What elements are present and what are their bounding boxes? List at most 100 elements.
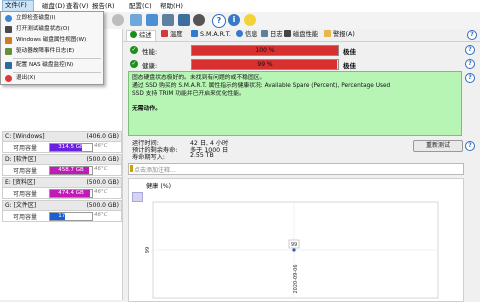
help-icon[interactable]: ? xyxy=(465,141,475,151)
info-line: 通过 SSD 购买的 S.M.A.R.T. 属性指示的健康状况: Availab… xyxy=(132,83,391,89)
chart-svg: 99 99 2020-09-06 xyxy=(145,201,439,299)
file-menu-dropdown: 立即检查磁盘(I) 打开测试磁盘状态(O) Windows 磁盘属性视图(W) … xyxy=(0,11,104,85)
drive-temp: 46°C xyxy=(94,143,108,149)
health-row: ✓ 健康: 99 % 极佳 ? xyxy=(125,58,480,72)
help-icon[interactable]: ? xyxy=(212,14,226,28)
exit-icon xyxy=(5,75,12,82)
refresh-icon xyxy=(5,15,12,22)
info-line: SSD 支持 TRIM 功能并已开启来优化性能。 xyxy=(132,91,245,97)
check-icon: ✓ xyxy=(130,60,138,68)
free-value: 474.4 GB xyxy=(58,190,84,196)
drive-size: (500.0 GB) xyxy=(86,179,119,186)
about-icon[interactable]: i xyxy=(228,14,240,26)
free-space-bar: 172.5 GB xyxy=(49,212,93,221)
free-value: 172.5 GB xyxy=(58,213,84,219)
free-label: 可用容量 xyxy=(13,168,38,175)
written-value: 2.55 TB xyxy=(190,152,214,159)
tab-log[interactable]: 日志 xyxy=(261,30,283,40)
windows-icon xyxy=(5,37,12,44)
info-icon xyxy=(236,30,243,37)
check-icon xyxy=(130,31,137,38)
health-verdict: 极佳 xyxy=(343,62,356,70)
drive-name: D: [软件区] xyxy=(5,156,37,163)
tab-temperature[interactable]: 温度 xyxy=(161,30,183,40)
recheck-button[interactable]: 重新测试 xyxy=(413,140,463,152)
health-percent: 99 % xyxy=(257,61,273,68)
thermometer-icon xyxy=(161,30,168,37)
menu-disk[interactable]: 磁盘(D) xyxy=(42,2,65,11)
performance-bar: 100 % xyxy=(191,45,339,56)
free-label: 可用容量 xyxy=(13,145,38,152)
drive-name: G: [文件区] xyxy=(5,202,37,209)
drive-g[interactable]: G: [文件区] (500.0 GB) 可用容量 172.5 GB 46°C xyxy=(1,200,122,222)
menu-separator xyxy=(13,72,101,73)
nas-icon xyxy=(5,62,12,69)
help-icon[interactable]: ? xyxy=(465,59,475,69)
drive-temp: 46°C xyxy=(94,166,108,172)
free-space-bar: 314.5 GB xyxy=(49,143,93,152)
free-label: 可用容量 xyxy=(13,191,38,198)
status-description: 固态硬盘状态极好的。未找到有问题的或不稳固区。 通过 SSD 购买的 S.M.A… xyxy=(128,71,462,136)
menu-report[interactable]: 报告(R) xyxy=(92,2,115,11)
data-point xyxy=(292,248,296,252)
drive-e[interactable]: E: [资料区] (500.0 GB) 可用容量 474.4 GB 46°C xyxy=(1,177,122,199)
log-icon[interactable] xyxy=(162,14,174,26)
disk-icon[interactable] xyxy=(130,14,142,26)
info-line: 固态硬盘状态极好的。未找到有问题的或不稳固区。 xyxy=(132,75,266,81)
tab-bar: 综述 温度 S.M.A.R.T. 信息 日志 磁盘性能 警报(A) ? xyxy=(123,29,480,42)
drive-name: E: [资料区] xyxy=(5,179,36,186)
drive-size: (500.0 GB) xyxy=(86,156,119,163)
written-label: 寿命期写入: xyxy=(132,154,166,161)
refresh-icon[interactable] xyxy=(112,14,124,26)
drive-d[interactable]: D: [软件区] (500.0 GB) 可用容量 458.7 GB 46°C xyxy=(1,154,122,176)
tab-summary[interactable]: 综述 xyxy=(126,30,156,41)
performance-label: 性能: xyxy=(142,48,158,56)
drive-c[interactable]: C: [Windows] (406.0 GB) 可用容量 314.5 GB 46°… xyxy=(1,131,122,153)
point-label: 99 xyxy=(291,242,297,248)
menu-item-windows-view[interactable]: Windows 磁盘属性视图(W) xyxy=(2,36,102,45)
free-space-bar: 458.7 GB xyxy=(49,166,93,175)
menu-separator xyxy=(13,58,101,59)
x-tick-label: 2020-09-06 xyxy=(293,264,299,293)
menu-view[interactable]: 查看(V) xyxy=(66,2,89,11)
menu-item-nas-config[interactable]: 配置 NAS 磁盘监控(N) xyxy=(2,61,102,70)
menu-item-event-log[interactable]: 驱动器故障事件日志(E) xyxy=(2,47,102,56)
drive-size: (406.0 GB) xyxy=(86,133,119,140)
help-icon[interactable]: ? xyxy=(465,73,475,83)
y-tick-label: 99 xyxy=(145,247,151,253)
tab-performance[interactable]: 磁盘性能 xyxy=(284,30,318,40)
health-label: 健康: xyxy=(142,62,158,70)
performance-verdict: 极佳 xyxy=(343,48,356,56)
note-input[interactable]: 点击添加注释... xyxy=(128,163,464,175)
free-label: 可用容量 xyxy=(13,214,38,221)
free-value: 458.7 GB xyxy=(58,167,84,173)
menu-item-open-status[interactable]: 打开测试磁盘状态(O) xyxy=(2,25,102,34)
chart-icon[interactable] xyxy=(178,14,190,26)
menu-config[interactable]: 配置(C) xyxy=(129,2,152,11)
pencil-icon xyxy=(130,165,133,172)
menu-item-exit[interactable]: 退出(X) xyxy=(2,74,102,83)
monitor-icon xyxy=(5,26,12,33)
gauge-icon xyxy=(284,30,291,37)
drive-temp: 46°C xyxy=(94,212,108,218)
alert-icon xyxy=(324,30,331,37)
tab-info[interactable]: 信息 xyxy=(236,30,258,40)
tab-alerts[interactable]: 警报(A) xyxy=(324,30,355,40)
windows-icon[interactable] xyxy=(146,14,158,26)
tab-smart[interactable]: S.M.A.R.T. xyxy=(191,30,231,40)
help-icon[interactable]: ? xyxy=(465,45,475,55)
drive-name: C: [Windows] xyxy=(5,133,45,140)
performance-row: ✓ 性能: 100 % 极佳 ? xyxy=(125,44,480,58)
menu-help[interactable]: 帮助(H) xyxy=(160,2,183,11)
free-value: 314.5 GB xyxy=(58,144,84,150)
log-icon xyxy=(261,30,268,37)
drive-temp: 46°C xyxy=(94,189,108,195)
menu-item-check-now[interactable]: 立即检查磁盘(I) xyxy=(2,14,102,23)
action-text: 无需动作。 xyxy=(132,106,161,112)
free-space-bar: 474.4 GB xyxy=(49,189,93,198)
settings-icon[interactable] xyxy=(193,14,205,26)
smiley-icon[interactable] xyxy=(244,14,256,26)
help-icon[interactable]: ? xyxy=(467,30,477,40)
health-bar: 99 % xyxy=(191,59,339,70)
note-placeholder: 点击添加注释... xyxy=(134,167,176,174)
